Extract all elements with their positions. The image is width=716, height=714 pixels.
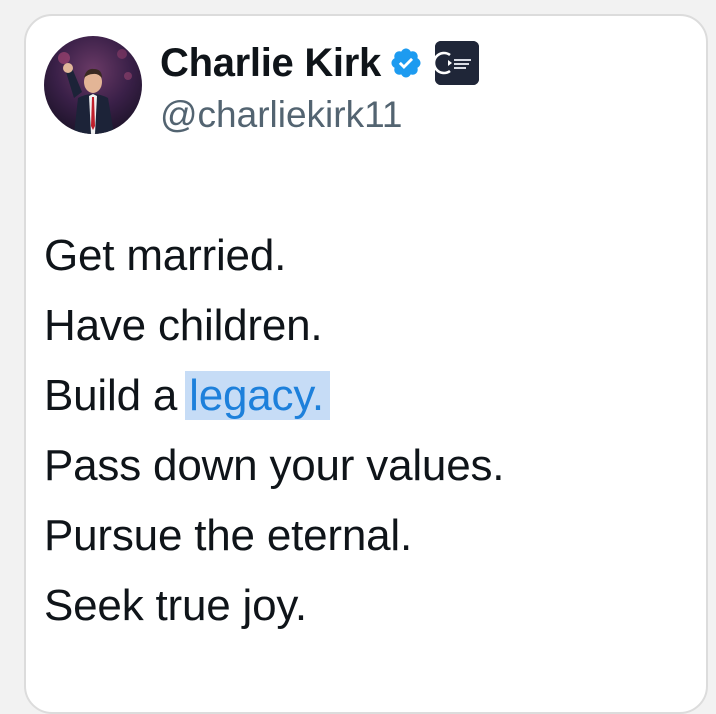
tweet-text: Get married. Have children. Build a lega… xyxy=(44,221,504,641)
name-row: Charlie Kirk xyxy=(160,38,479,88)
tweet-line: Pass down your values. xyxy=(44,441,505,490)
tweet-line: Pursue the eternal. xyxy=(44,511,412,560)
tweet-line: Seek true joy. xyxy=(44,581,307,630)
author-handle[interactable]: @charliekirk11 xyxy=(160,94,479,136)
tweet-header: Charlie Kirk @charliekirk11 xyxy=(44,36,479,136)
tweet-line-text: Build a xyxy=(44,371,178,420)
author-identity: Charlie Kirk @charliekirk11 xyxy=(160,38,479,136)
tweet-card[interactable]: Charlie Kirk @charliekirk11 Get married.… xyxy=(24,14,708,714)
verified-badge-icon[interactable] xyxy=(389,46,423,80)
tweet-line: Get married. xyxy=(44,231,287,280)
tweet-line: Have children. xyxy=(44,301,323,350)
avatar[interactable] xyxy=(44,36,142,134)
author-name[interactable]: Charlie Kirk xyxy=(160,41,381,86)
affiliation-logo-icon[interactable] xyxy=(434,41,479,85)
tweet-line-with-selection: Build a legacy. xyxy=(44,361,504,431)
selected-text-highlight[interactable]: legacy. xyxy=(185,371,330,420)
